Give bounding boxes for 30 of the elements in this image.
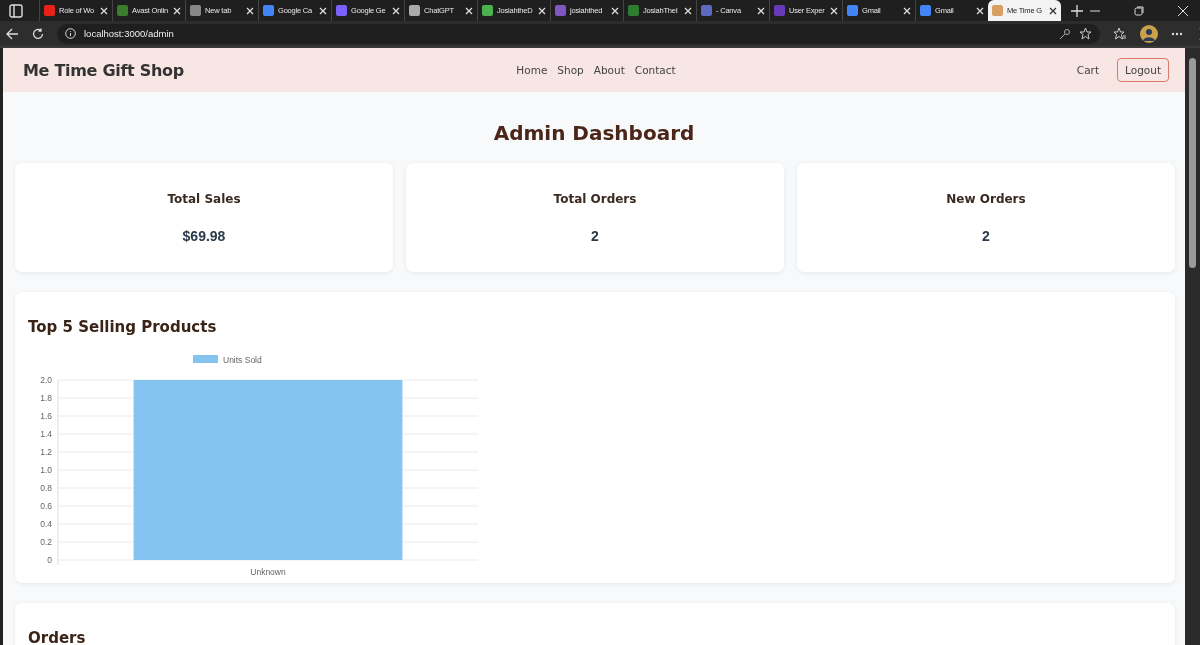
nav-link[interactable]: Home [516,64,548,76]
cart-link[interactable]: Cart [1076,64,1100,76]
nav-link[interactable]: About [593,64,625,76]
brand-link[interactable]: Me Time Gift Shop [23,60,517,80]
stat-value: 2 [591,227,599,244]
stat-label: Total Sales [167,191,241,206]
y-tick-label: 1.2 [40,447,52,457]
stat-value: $69.98 [182,227,226,244]
y-tick-label: 0 [47,555,52,565]
stat-value: 2 [982,227,990,244]
y-tick-label: 1.6 [40,411,52,421]
y-tick-label: 1.8 [40,393,52,403]
chart-title: Top 5 Selling Products [28,318,218,336]
y-tick-label: 0.8 [40,483,52,493]
legend-label: Units Sold [223,355,262,365]
y-tick-label: 0.6 [40,501,52,511]
page-heading: Admin Dashboard [492,121,696,145]
y-tick-label: 1.4 [40,429,52,439]
stat-label: Total Orders [553,191,637,206]
y-tick-label: 0.4 [40,519,52,529]
nav-link[interactable]: Contact [634,64,676,76]
y-tick-label: 2.0 [40,375,52,385]
y-tick-label: 0.2 [40,537,52,547]
y-tick-label: 1.0 [40,465,52,475]
section-title: Orders [28,629,87,645]
x-tick-label: Unknown [250,567,286,577]
nav-link[interactable]: Shop [557,64,584,76]
stat-label: New Orders [946,191,1026,206]
logout-button[interactable]: Logout [1117,58,1169,82]
address-field[interactable]: localhost:3000/admin [57,23,1100,44]
